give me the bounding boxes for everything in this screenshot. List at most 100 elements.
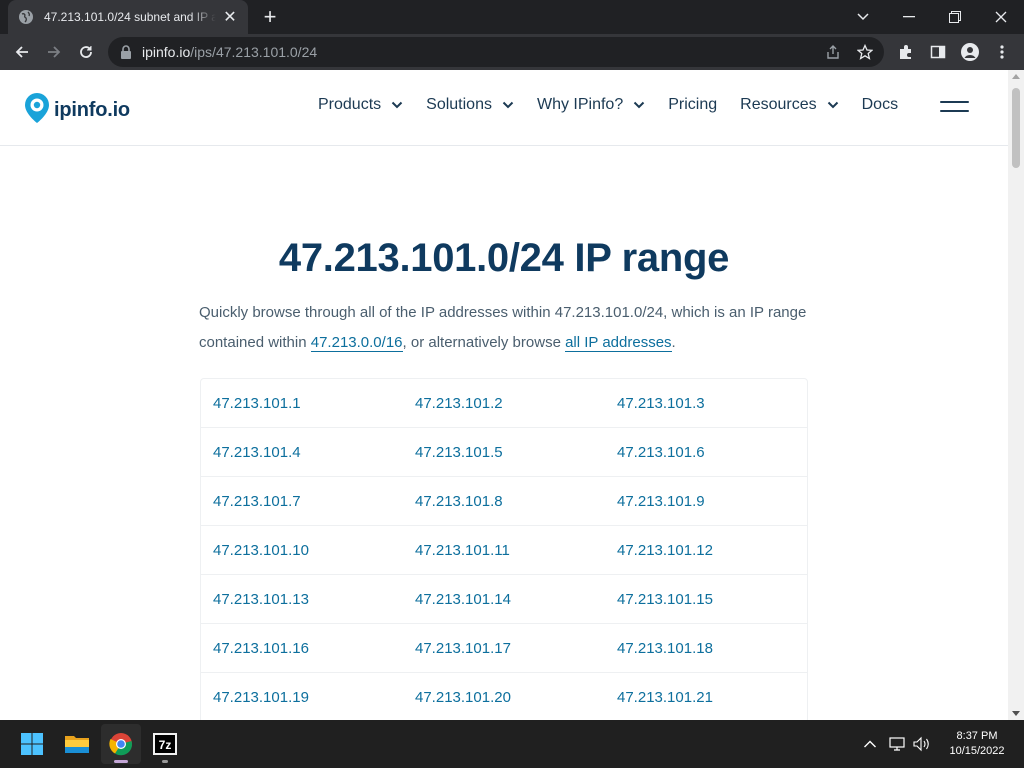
- ip-address-link[interactable]: 47.213.101.13: [201, 591, 403, 608]
- table-row: 47.213.101.16 47.213.101.17 47.213.101.18: [201, 624, 807, 673]
- ip-address-link[interactable]: 47.213.101.4: [201, 444, 403, 461]
- svg-text:7z: 7z: [159, 738, 172, 752]
- nav-label: Products: [318, 96, 382, 113]
- nav-label: Docs: [861, 96, 899, 113]
- close-tab-icon[interactable]: ✕: [222, 7, 238, 27]
- chevron-down-icon: [633, 101, 645, 109]
- parent-range-link[interactable]: 47.213.0.0/16: [310, 334, 403, 352]
- nav-solutions[interactable]: Solutions: [426, 96, 514, 114]
- clock-time: 8:37 PM: [956, 730, 998, 742]
- location-pin-icon: [24, 92, 50, 129]
- ip-address-link[interactable]: 47.213.101.7: [201, 493, 403, 510]
- ip-address-link[interactable]: 47.213.101.3: [605, 395, 807, 412]
- chevron-down-icon: [827, 101, 839, 109]
- tab-search-icon[interactable]: [840, 0, 886, 34]
- chevron-down-icon: [391, 101, 403, 109]
- page-scrollbar[interactable]: [1008, 70, 1024, 720]
- clock-date: 10/15/2022: [949, 745, 1005, 757]
- table-row: 47.213.101.1 47.213.101.2 47.213.101.3: [201, 379, 807, 428]
- browser-tab-strip: 47.213.101.0/24 subnet and IP ad ✕ +: [0, 0, 1024, 34]
- chrome-menu-icon[interactable]: [988, 38, 1016, 66]
- nav-label: Pricing: [668, 96, 718, 113]
- taskbar-clock[interactable]: 8:37 PM 10/15/2022: [944, 729, 1010, 759]
- table-row: 47.213.101.19 47.213.101.20 47.213.101.21: [201, 673, 807, 720]
- share-icon[interactable]: [821, 40, 845, 64]
- tab-title: 47.213.101.0/24 subnet and IP ad: [44, 10, 216, 24]
- ip-address-link[interactable]: 47.213.101.1: [201, 395, 403, 412]
- new-tab-button[interactable]: +: [258, 4, 282, 30]
- active-app-indicator: [114, 760, 128, 763]
- close-window-button[interactable]: [978, 0, 1024, 34]
- nav-resources[interactable]: Resources: [740, 96, 838, 114]
- bookmark-star-icon[interactable]: [853, 40, 877, 64]
- ip-address-link[interactable]: 47.213.101.10: [201, 542, 403, 559]
- nav-products[interactable]: Products: [318, 96, 403, 114]
- nav-why-ipinfo[interactable]: Why IPinfo?: [537, 96, 645, 114]
- all-ip-addresses-link[interactable]: all IP addresses: [565, 334, 672, 352]
- lock-icon[interactable]: [120, 45, 134, 59]
- url-path: /ips/47.213.101.0/24: [190, 44, 318, 60]
- file-explorer-icon[interactable]: [57, 724, 97, 764]
- ip-address-link[interactable]: 47.213.101.21: [605, 689, 807, 706]
- site-header: ipinfo.io Products Solutions Why IPinfo?…: [0, 70, 1008, 146]
- table-row: 47.213.101.13 47.213.101.14 47.213.101.15: [201, 575, 807, 624]
- windows-taskbar: 7z 8:37 PM 10/15/2022: [0, 720, 1024, 768]
- extensions-puzzle-icon[interactable]: [892, 38, 920, 66]
- intro-text: , or alternatively browse: [402, 334, 566, 351]
- nav-pricing[interactable]: Pricing: [668, 96, 717, 114]
- url-host: ipinfo.io: [142, 44, 191, 60]
- ip-address-link[interactable]: 47.213.101.15: [605, 591, 807, 608]
- back-arrow-icon[interactable]: [8, 38, 36, 66]
- nav-label: Resources: [740, 96, 817, 113]
- table-row: 47.213.101.10 47.213.101.11 47.213.101.12: [201, 526, 807, 575]
- logo-text: ipinfo.io: [54, 99, 130, 121]
- intro-paragraph: Quickly browse through all of the IP add…: [199, 298, 809, 358]
- ipinfo-logo[interactable]: ipinfo.io: [24, 92, 130, 129]
- main-nav: Products Solutions Why IPinfo? Pricing R…: [318, 96, 921, 114]
- minimize-button[interactable]: [886, 0, 932, 34]
- ip-address-link[interactable]: 47.213.101.18: [605, 640, 807, 657]
- network-icon[interactable]: [888, 734, 908, 754]
- ip-address-link[interactable]: 47.213.101.19: [201, 689, 403, 706]
- scroll-up-arrow-icon[interactable]: [1012, 74, 1020, 79]
- 7zip-icon[interactable]: 7z: [145, 724, 185, 764]
- nav-docs[interactable]: Docs: [862, 96, 898, 114]
- table-row: 47.213.101.4 47.213.101.5 47.213.101.6: [201, 428, 807, 477]
- table-row: 47.213.101.7 47.213.101.8 47.213.101.9: [201, 477, 807, 526]
- ip-address-link[interactable]: 47.213.101.9: [605, 493, 807, 510]
- ip-address-link[interactable]: 47.213.101.20: [403, 689, 605, 706]
- volume-icon[interactable]: [912, 734, 932, 754]
- ip-address-link[interactable]: 47.213.101.5: [403, 444, 605, 461]
- page-title: 47.213.101.0/24 IP range: [278, 236, 730, 280]
- scroll-down-arrow-icon[interactable]: [1012, 711, 1020, 716]
- side-panel-icon[interactable]: [924, 38, 952, 66]
- page-viewport: ipinfo.io Products Solutions Why IPinfo?…: [0, 70, 1008, 720]
- windows-start-icon[interactable]: [12, 724, 52, 764]
- forward-arrow-icon[interactable]: [40, 38, 68, 66]
- hamburger-menu-icon[interactable]: [940, 101, 969, 115]
- ip-address-link[interactable]: 47.213.101.17: [403, 640, 605, 657]
- nav-label: Why IPinfo?: [536, 96, 624, 113]
- ip-address-link[interactable]: 47.213.101.2: [403, 395, 605, 412]
- reload-icon[interactable]: [72, 38, 100, 66]
- ip-address-link[interactable]: 47.213.101.6: [605, 444, 807, 461]
- scrollbar-thumb[interactable]: [1012, 88, 1020, 168]
- chevron-up-icon[interactable]: [860, 734, 880, 754]
- browser-toolbar: ipinfo.io/ips/47.213.101.0/24: [0, 34, 1024, 70]
- address-bar[interactable]: ipinfo.io/ips/47.213.101.0/24: [108, 37, 884, 67]
- globe-icon: [18, 9, 34, 25]
- ip-address-link[interactable]: 47.213.101.14: [403, 591, 605, 608]
- chevron-down-icon: [502, 101, 514, 109]
- ip-address-link[interactable]: 47.213.101.11: [403, 542, 605, 559]
- ip-address-link[interactable]: 47.213.101.8: [403, 493, 605, 510]
- restore-button[interactable]: [932, 0, 978, 34]
- running-app-indicator: [162, 760, 168, 763]
- intro-text: .: [671, 334, 676, 351]
- ip-address-link[interactable]: 47.213.101.16: [201, 640, 403, 657]
- chrome-taskbar-icon[interactable]: [101, 724, 141, 764]
- ip-address-link[interactable]: 47.213.101.12: [605, 542, 807, 559]
- ip-address-table: 47.213.101.1 47.213.101.2 47.213.101.3 47.2…: [200, 378, 808, 720]
- nav-label: Solutions: [426, 96, 492, 113]
- profile-avatar-icon[interactable]: [956, 38, 984, 66]
- browser-tab[interactable]: 47.213.101.0/24 subnet and IP ad ✕: [8, 0, 248, 34]
